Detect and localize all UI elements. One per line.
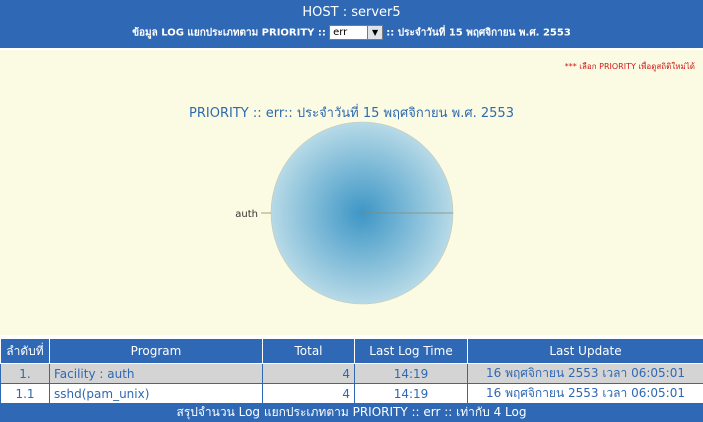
pie-chart: auth (235, 121, 454, 305)
col-header-program: Program (49, 338, 263, 364)
info-line: ข้อมูล LOG แยกประเภทตาม PRIORITY :: err … (0, 25, 703, 41)
table-row: 1.1 sshd(pam_unix) 4 14:19 16 พฤศจิกายน … (0, 383, 703, 404)
host-label: HOST (302, 5, 339, 20)
info-suffix: :: ประจำวันที่ 15 พฤศจิกายน พ.ศ. 2553 (386, 27, 571, 39)
header-bar: HOST : server5 ข้อมูล LOG แยกประเภทตาม P… (0, 0, 703, 48)
host-title: HOST : server5 (0, 5, 703, 20)
col-header-last-log-time: Last Log Time (354, 338, 468, 364)
log-table: ลำดับที่ Program Total Last Log Time Las… (0, 338, 703, 404)
info-prefix: ข้อมูล LOG แยกประเภทตาม PRIORITY :: (132, 27, 326, 39)
col-header-total: Total (262, 338, 355, 364)
col-header-last-update: Last Update (467, 338, 703, 364)
cell-last-log-time: 14:19 (354, 383, 468, 404)
chevron-down-icon[interactable]: ▼ (367, 26, 383, 39)
cell-no: 1.1 (0, 383, 50, 404)
cell-program: sshd(pam_unix) (49, 383, 263, 404)
chart-panel: *** เลือก PRIORITY เพื่อดูสถิติใหม่ได้ P… (0, 50, 703, 335)
priority-select[interactable]: err ▼ (329, 25, 384, 40)
table-header-row: ลำดับที่ Program Total Last Log Time Las… (0, 338, 703, 364)
cell-total: 4 (262, 363, 355, 384)
cell-last-log-time: 14:19 (354, 363, 468, 384)
cell-program: Facility : auth (49, 363, 263, 384)
cell-last-update: 16 พฤศจิกายน 2553 เวลา 06:05:01 (467, 383, 703, 404)
table-row: 1. Facility : auth 4 14:19 16 พฤศจิกายน … (0, 363, 703, 384)
host-name: server5 (351, 5, 401, 20)
summary-footer: สรุปจำนวน Log แยกประเภทตาม PRIORITY :: e… (0, 403, 703, 422)
cell-no: 1. (0, 363, 50, 384)
col-header-no: ลำดับที่ (0, 338, 50, 364)
pie-slice-label: auth (235, 209, 258, 220)
priority-select-value: err (333, 27, 348, 38)
cell-total: 4 (262, 383, 355, 404)
host-separator: : (342, 5, 348, 20)
cell-last-update: 16 พฤศจิกายน 2553 เวลา 06:05:01 (467, 363, 703, 384)
